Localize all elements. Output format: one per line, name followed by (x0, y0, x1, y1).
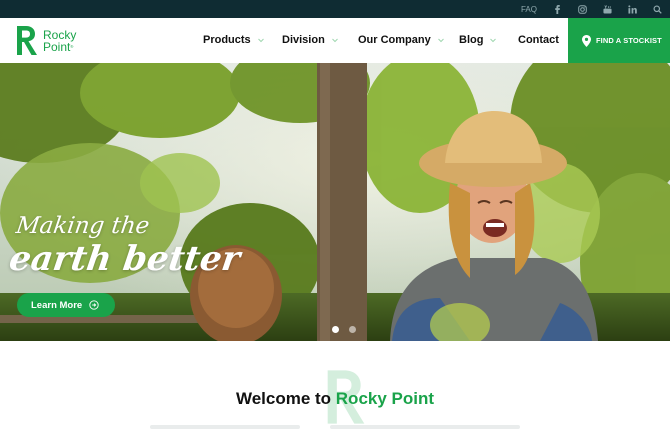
search-button[interactable] (653, 4, 662, 14)
hero-banner: Making the earth better Learn More (0, 63, 670, 341)
tagline-line2: earth better (6, 239, 243, 279)
slider-dots (332, 326, 366, 333)
arrow-circle-right-icon (89, 300, 99, 310)
find-a-stockist-button[interactable]: FIND A STOCKIST (568, 18, 670, 63)
logo-text: Rocky Point® (43, 29, 76, 53)
chevron-down-icon (257, 38, 264, 43)
nav-our-company[interactable]: Our Company (358, 34, 445, 46)
facebook-icon (553, 4, 562, 14)
map-pin-icon (582, 34, 591, 47)
rocky-point-logo[interactable]: Rocky Point® (15, 24, 76, 57)
nav-our-company-label: Our Company (358, 34, 431, 46)
nav-contact-label: Contact (518, 34, 559, 46)
learn-more-label: Learn More (31, 299, 83, 311)
nav-division-label: Division (282, 34, 325, 46)
slider-dot-1[interactable] (332, 326, 339, 333)
nav-blog[interactable]: Blog (459, 34, 497, 46)
instagram-icon (578, 4, 587, 14)
nav-blog-label: Blog (459, 34, 484, 46)
search-icon (653, 4, 662, 14)
faq-link[interactable]: FAQ (521, 5, 537, 14)
youtube-link[interactable] (603, 4, 612, 14)
chevron-down-icon (331, 38, 338, 43)
facebook-link[interactable] (553, 4, 562, 14)
nav-products[interactable]: Products (203, 34, 265, 46)
faded-text-line (150, 425, 300, 429)
find-a-stockist-label: FIND A STOCKIST (596, 36, 662, 45)
logo-r-mark (17, 26, 37, 55)
welcome-title: Welcome to Rocky Point (0, 389, 670, 409)
chevron-down-icon (490, 38, 497, 43)
chevron-down-icon (437, 38, 444, 43)
nav-division[interactable]: Division (282, 34, 339, 46)
nav-contact[interactable]: Contact (518, 34, 559, 46)
logo-trademark: ® (70, 43, 74, 49)
welcome-prefix: Welcome to (235, 389, 336, 408)
tagline-line1: Making the (14, 213, 152, 239)
welcome-brand: Rocky Point (335, 389, 435, 408)
linkedin-icon (628, 4, 637, 14)
instagram-link[interactable] (578, 4, 587, 14)
nav-products-label: Products (203, 34, 251, 46)
learn-more-button[interactable]: Learn More (17, 293, 115, 317)
welcome-section: Welcome to Rocky Point (0, 341, 670, 430)
slider-dot-2[interactable] (349, 326, 356, 333)
linkedin-link[interactable] (628, 4, 637, 14)
top-utility-bar: FAQ (0, 0, 670, 18)
faded-text-line (330, 425, 520, 429)
youtube-icon (603, 4, 612, 14)
logo-line2: Point (43, 39, 71, 54)
